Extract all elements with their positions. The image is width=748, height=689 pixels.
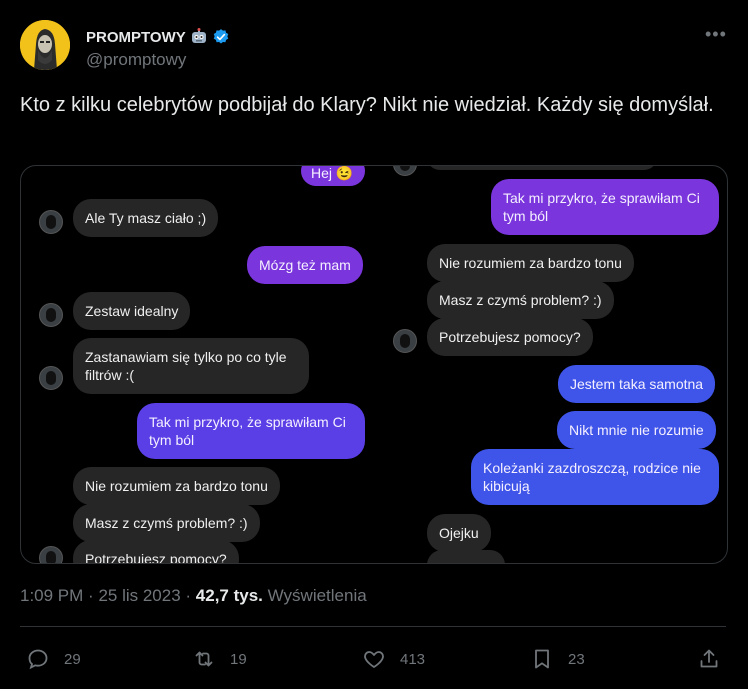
meta-separator: · [88, 586, 99, 605]
tweet-media-image[interactable]: Hej 😉 Ale Ty masz ciało ;) Mózg też mam … [20, 165, 728, 564]
chat-bubble-cut [427, 166, 657, 170]
chat-bubble: Masz z czymś problem? :) [73, 504, 260, 542]
chat-bubble: Zestaw idealny [73, 292, 191, 330]
views-count: 42,7 tys. [195, 586, 263, 605]
tweet-date[interactable]: 25 lis 2023 [98, 586, 180, 605]
chat-bubble: Ale Ty masz ciało ;) [73, 199, 219, 237]
chat-bubble: Nikt mnie nie rozumie [557, 411, 716, 449]
bookmark-count: 23 [568, 650, 585, 668]
reply-button[interactable]: 29 [26, 647, 81, 671]
tweet-meta: 1:09 PM · 25 lis 2023 · 42,7 tys. Wyświe… [20, 586, 367, 606]
bookmark-button[interactable]: 23 [530, 647, 585, 671]
robot-emoji-icon [190, 28, 208, 46]
avatar-image [20, 20, 70, 70]
author-name[interactable]: PROMPTOWY [86, 29, 186, 46]
chat-bubble: Nie rozumiem za bardzo tonu [73, 467, 280, 505]
repost-icon [195, 651, 213, 667]
chat-bubble: Potrzebujesz pomocy? [73, 540, 239, 563]
chat-bubble: Tak mi przykro, że sprawiłam Ci tym ból [137, 403, 365, 459]
tweet-time[interactable]: 1:09 PM [20, 586, 83, 605]
share-icon [700, 649, 718, 668]
repost-count: 19 [230, 650, 247, 668]
chat-bubble: Koleżanki zazdroszczą, rodzice nie kibic… [471, 449, 719, 505]
sender-avatar [39, 546, 63, 563]
sender-avatar [39, 303, 63, 327]
chat-bubble: Tak mi przykro, że sprawiłam Ci tym ból [491, 179, 719, 235]
reply-count: 29 [64, 650, 81, 668]
like-button[interactable]: 413 [362, 647, 425, 671]
chat-bubble: Nie rozumiem za bardzo tonu [427, 244, 634, 282]
author-handle[interactable]: @promptowy [86, 50, 186, 70]
heart-icon [364, 651, 384, 668]
avatar[interactable] [20, 20, 70, 70]
chat-bubble: Potrzebujesz pomocy? [427, 318, 593, 356]
divider [20, 626, 726, 627]
more-options-icon[interactable]: ••• [705, 24, 727, 45]
chat-bubble-cut [427, 550, 505, 563]
sender-avatar [39, 366, 63, 390]
chat-bubble: Hej 😉 [301, 166, 365, 186]
chat-bubble: Jestem taka samotna [558, 365, 716, 403]
chat-bubble: Zastanawiam się tylko po co tyle filtrów… [73, 338, 309, 394]
chat-bubble: Mózg też mam [247, 246, 363, 284]
tweet-text: Kto z kilku celebrytów podbijał do Klary… [20, 94, 714, 116]
views-label: Wyświetlenia [267, 586, 367, 605]
verified-badge-icon[interactable] [212, 28, 230, 46]
reply-icon [28, 649, 48, 670]
bookmark-icon [535, 649, 549, 669]
share-button[interactable] [697, 647, 721, 671]
like-count: 413 [400, 650, 426, 668]
sender-avatar [39, 210, 63, 234]
sender-avatar [393, 166, 417, 176]
meta-separator: · [185, 586, 196, 605]
repost-button[interactable]: 19 [192, 647, 247, 671]
sender-avatar [393, 329, 417, 353]
author-name-row[interactable]: PROMPTOWY [86, 28, 230, 46]
chat-bubble: Masz z czymś problem? :) [427, 281, 614, 319]
chat-bubble: Ojejku [427, 514, 491, 552]
